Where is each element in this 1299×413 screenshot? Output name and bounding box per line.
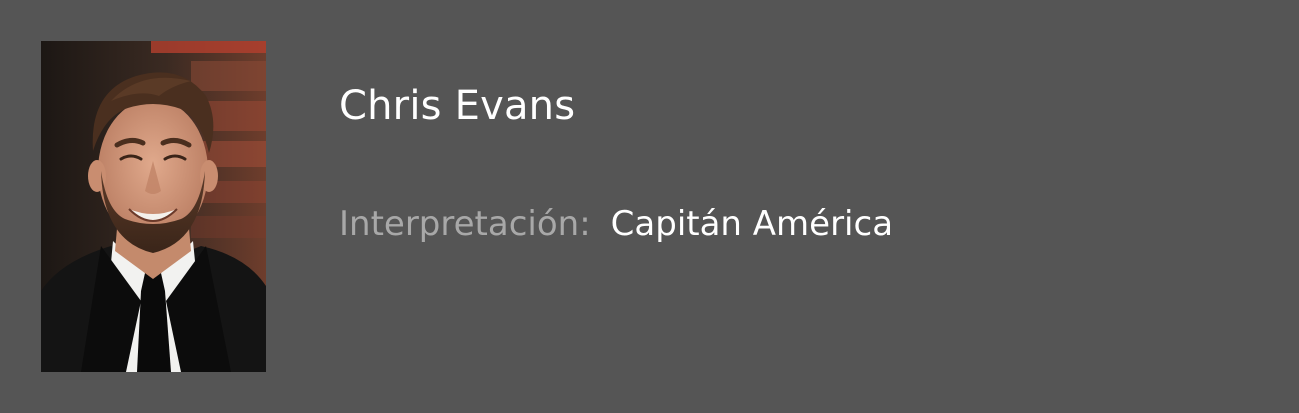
role-row: Interpretación: Capitán América (339, 202, 1259, 246)
cast-card: Chris Evans Interpretación: Capitán Amér… (0, 0, 1299, 413)
role-value: Capitán América (610, 204, 894, 244)
role-label: Interpretación: (339, 204, 591, 244)
actor-photo[interactable] (41, 41, 266, 372)
actor-name[interactable]: Chris Evans (339, 78, 1259, 134)
actor-info: Chris Evans Interpretación: Capitán Amér… (339, 78, 1259, 246)
portrait-image (41, 41, 266, 372)
